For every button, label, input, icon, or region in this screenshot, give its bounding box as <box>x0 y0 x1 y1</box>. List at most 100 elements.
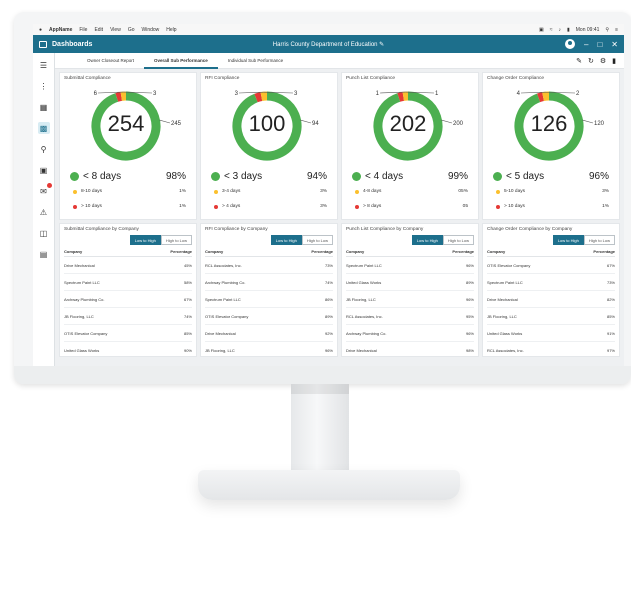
column-header-percentage[interactable]: Percentage <box>572 247 615 257</box>
menu-help[interactable]: Help <box>166 27 176 33</box>
table-row[interactable]: Drive Mechanical 92% <box>205 324 333 342</box>
warning-icon[interactable]: ⚠ <box>38 206 50 218</box>
table-row[interactable]: Spectrum Paint LLC 86% <box>205 290 333 308</box>
user-avatar-icon[interactable] <box>565 39 575 49</box>
table-row[interactable]: JB Flooring, LLC 74% <box>64 307 192 325</box>
sort-high-to-low-button[interactable]: High to Low <box>160 235 192 245</box>
column-header-company[interactable]: Company <box>64 247 150 257</box>
column-header-company[interactable]: Company <box>346 247 430 257</box>
table-row[interactable]: RCL Associates, Inc. 73% <box>205 256 333 274</box>
column-header-company[interactable]: Company <box>205 247 291 257</box>
search-icon[interactable]: ⚲ <box>38 143 50 155</box>
tab-individual-sub-performance[interactable]: Individual Sub Performance <box>218 53 293 69</box>
spotlight-icon[interactable]: ⚲ <box>605 27 609 33</box>
table-card-title: RFI Compliance by Company <box>205 227 268 232</box>
table-row[interactable]: Archway Plumbing Co. 74% <box>205 273 333 291</box>
battery-icon[interactable]: ▮ <box>567 27 570 33</box>
menu-file[interactable]: File <box>79 27 87 33</box>
dashboard-icon[interactable]: ▩ <box>37 122 50 134</box>
table-row[interactable]: Drive Mechanical 45% <box>64 256 192 274</box>
compliance-donut-card[interactable]: Submittal Compliance 3 6 245 254 < 8 days … <box>59 72 197 220</box>
menu-view[interactable]: View <box>110 27 121 33</box>
clipboard-icon[interactable]: ▣ <box>38 164 50 176</box>
table-row[interactable]: OTIS Elevator Company 85% <box>64 324 192 342</box>
percentage-cell: 89% <box>429 273 474 291</box>
percentage-cell: 89% <box>290 307 333 325</box>
tab-owner-closeout[interactable]: Owner Closeout Report <box>77 53 144 69</box>
edit-icon[interactable]: ✎ <box>576 57 582 65</box>
timeline-icon[interactable]: ⋮ <box>38 80 50 92</box>
table-row[interactable]: Drive Mechanical 98% <box>346 341 474 359</box>
folders-icon[interactable]: ◫ <box>38 227 50 239</box>
percentage-cell: 85% <box>572 307 615 325</box>
org-name: Harris County Department of Education ✎ <box>272 41 385 48</box>
table-row[interactable]: JB Flooring, LLC 96% <box>346 290 474 308</box>
percentage-cell: 96% <box>429 324 474 342</box>
refresh-icon[interactable]: ↻ <box>588 57 594 65</box>
sidebar: ☰ ⋮ ▦ ▩ ⚲ ▣ ✉ ⚠ ◫ ▤ <box>33 53 55 366</box>
late-label: 5-10 days <box>504 189 526 194</box>
notification-badge <box>46 183 52 188</box>
red-dot-icon <box>355 204 359 209</box>
table-row[interactable]: JB Flooring, LLC 85% <box>487 307 615 325</box>
percentage-cell: 98% <box>429 341 474 359</box>
table-row[interactable]: Archway Plumbing Co. 96% <box>346 324 474 342</box>
sort-low-to-high-button[interactable]: Low to High <box>552 235 584 245</box>
menu-go[interactable]: Go <box>128 27 135 33</box>
clock[interactable]: Mon 09:41 <box>576 27 600 33</box>
table-row[interactable]: RCL Associates, Inc. 95% <box>346 307 474 325</box>
sort-low-to-high-button[interactable]: Low to High <box>411 235 443 245</box>
late-percentage: 3% <box>320 189 327 194</box>
sort-high-to-low-button[interactable]: High to Low <box>301 235 333 245</box>
trash-icon[interactable]: ▮ <box>612 57 616 65</box>
green-dot-icon <box>493 172 502 181</box>
table-row[interactable]: OTIS Elevator Company 67% <box>487 256 615 274</box>
compliance-donut-card[interactable]: Change Order Compliance 2 4 120 126 < 5 da… <box>482 72 620 220</box>
table-row[interactable]: Spectrum Paint LLC 96% <box>346 256 474 274</box>
menu-window[interactable]: Window <box>141 27 159 33</box>
table-card-title: Change Order Compliance by Company <box>487 227 573 232</box>
mail-icon[interactable]: ✉ <box>38 183 52 197</box>
table-row[interactable]: Spectrum Paint LLC 58% <box>64 273 192 291</box>
table-row[interactable]: Archway Plumbing Co. 67% <box>64 290 192 308</box>
grid-icon[interactable]: ▦ <box>38 101 50 113</box>
column-header-company[interactable]: Company <box>487 247 573 257</box>
table-row[interactable]: Spectrum Paint LLC 73% <box>487 273 615 291</box>
sort-high-to-low-button[interactable]: High to Low <box>583 235 615 245</box>
minimize-icon[interactable]: – <box>584 40 588 49</box>
table-row[interactable]: United Glass Works 89% <box>346 273 474 291</box>
column-header-percentage[interactable]: Percentage <box>149 247 192 257</box>
app-name[interactable]: AppName <box>49 27 72 33</box>
table-row[interactable]: JB Flooring, LLC 96% <box>205 341 333 359</box>
settings-icon[interactable]: ⚙ <box>600 57 606 65</box>
column-header-percentage[interactable]: Percentage <box>429 247 474 257</box>
maximize-icon[interactable]: □ <box>597 40 602 49</box>
column-header-percentage[interactable]: Percentage <box>290 247 333 257</box>
table-row[interactable]: United Glass Works 90% <box>64 341 192 359</box>
list-icon[interactable]: ≡ <box>615 27 618 33</box>
compliance-donut-card[interactable]: RFI Compliance 3 3 94 100 < 3 days 94% 3-4… <box>200 72 338 220</box>
tab-overall-sub-performance[interactable]: Overall Sub Performance <box>144 53 218 69</box>
sort-low-to-high-button[interactable]: Low to High <box>270 235 302 245</box>
compliance-donut-card[interactable]: Punch List Compliance 1 1 200 202 < 4 days… <box>341 72 479 220</box>
monitor-stand-neck <box>291 384 349 472</box>
apple-icon[interactable]: ● <box>39 27 42 33</box>
menu-edit[interactable]: Edit <box>94 27 103 33</box>
table-card-title: Submittal Compliance by Company <box>64 227 139 232</box>
document-icon[interactable]: ▤ <box>38 248 50 260</box>
sort-high-to-low-button[interactable]: High to Low <box>442 235 474 245</box>
table-row[interactable]: OTIS Elevator Company 89% <box>205 307 333 325</box>
legend-on-time: < 4 days 99% <box>352 171 468 182</box>
display-icon[interactable]: ▣ <box>539 27 544 33</box>
company-cell: Drive Mechanical <box>64 256 150 274</box>
close-icon[interactable]: ✕ <box>611 40 618 49</box>
table-row[interactable]: RCL Associates, Inc. 97% <box>487 341 615 359</box>
volume-icon[interactable]: ♪ <box>559 27 562 33</box>
percentage-cell: 96% <box>429 290 474 308</box>
table-row[interactable]: United Glass Works 91% <box>487 324 615 342</box>
wifi-icon[interactable]: ≈ <box>550 27 553 33</box>
menu-icon[interactable]: ☰ <box>38 59 50 71</box>
company-cell: Spectrum Paint LLC <box>205 290 291 308</box>
table-row[interactable]: Drive Mechanical 82% <box>487 290 615 308</box>
sort-low-to-high-button[interactable]: Low to High <box>129 235 161 245</box>
